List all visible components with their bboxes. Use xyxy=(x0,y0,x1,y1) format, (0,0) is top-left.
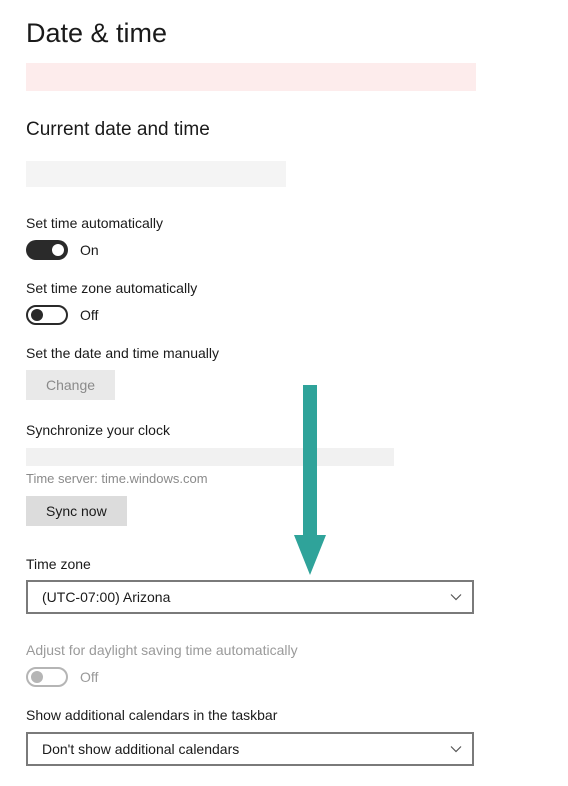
current-date-time-heading: Current date and time xyxy=(26,119,542,141)
change-button[interactable]: Change xyxy=(26,370,115,400)
timezone-label: Time zone xyxy=(26,556,542,572)
set-manual-label: Set the date and time manually xyxy=(26,345,542,361)
calendars-selected: Don't show additional calendars xyxy=(42,741,239,757)
redacted-sync-info xyxy=(26,448,394,466)
calendars-dropdown[interactable]: Don't show additional calendars xyxy=(26,732,474,766)
chevron-down-icon xyxy=(450,591,462,603)
timezone-dropdown[interactable]: (UTC-07:00) Arizona xyxy=(26,580,474,614)
time-server-label: Time server: time.windows.com xyxy=(26,471,542,486)
sync-heading: Synchronize your clock xyxy=(26,422,542,438)
set-tz-auto-state: Off xyxy=(80,307,98,323)
set-time-auto-state: On xyxy=(80,242,99,258)
chevron-down-icon xyxy=(450,743,462,755)
dst-toggle xyxy=(26,667,68,687)
sync-now-button[interactable]: Sync now xyxy=(26,496,127,526)
dst-state: Off xyxy=(80,669,98,685)
set-tz-auto-label: Set time zone automatically xyxy=(26,280,542,296)
set-time-auto-toggle[interactable] xyxy=(26,240,68,260)
redacted-current-time xyxy=(26,161,286,187)
set-tz-auto-toggle[interactable] xyxy=(26,305,68,325)
timezone-selected: (UTC-07:00) Arizona xyxy=(42,589,170,605)
redacted-banner xyxy=(26,63,476,91)
set-time-auto-label: Set time automatically xyxy=(26,215,542,231)
dst-label: Adjust for daylight saving time automati… xyxy=(26,642,542,658)
calendars-label: Show additional calendars in the taskbar xyxy=(26,707,542,723)
page-title: Date & time xyxy=(26,18,542,49)
